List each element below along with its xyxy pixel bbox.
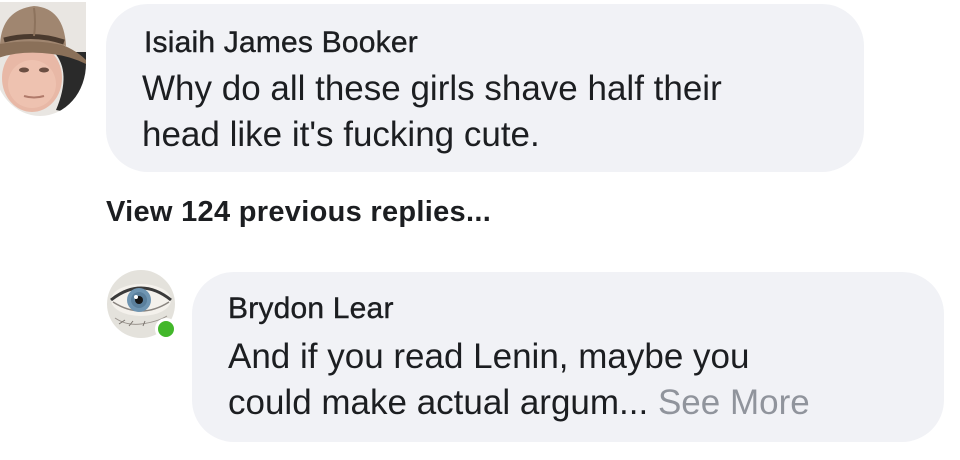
comment-author-name[interactable]: Isiaih James Booker	[144, 26, 418, 60]
comment-text-line: head like it's fucking cute.	[142, 115, 540, 154]
see-more-link[interactable]: See More	[658, 383, 810, 422]
reply-bubble: Brydon Lear And if you read Lenin, maybe…	[192, 272, 944, 442]
reply-text: And if you read Lenin, maybe you could m…	[228, 334, 928, 426]
online-status-indicator	[155, 318, 177, 340]
reply-author-name[interactable]: Brydon Lear	[228, 292, 394, 326]
comment-text-line: Why do all these girls shave half their	[142, 69, 722, 108]
reply-text-fragment: could make actual argum...	[228, 383, 649, 422]
commenter-avatar[interactable]	[0, 2, 86, 116]
comment-bubble: Isiaih James Booker Why do all these gir…	[106, 4, 864, 172]
comment-text: Why do all these girls shave half their …	[142, 66, 842, 158]
reply-text-line: And if you read Lenin, maybe you	[228, 337, 750, 376]
cowboy-hat-man-photo-icon	[0, 2, 86, 116]
reply-text-line-truncated: could make actual argum... See More	[228, 380, 928, 426]
view-previous-replies-link[interactable]: View 124 previous replies...	[106, 196, 491, 229]
comment-thread: Isiaih James Booker Why do all these gir…	[0, 0, 960, 460]
